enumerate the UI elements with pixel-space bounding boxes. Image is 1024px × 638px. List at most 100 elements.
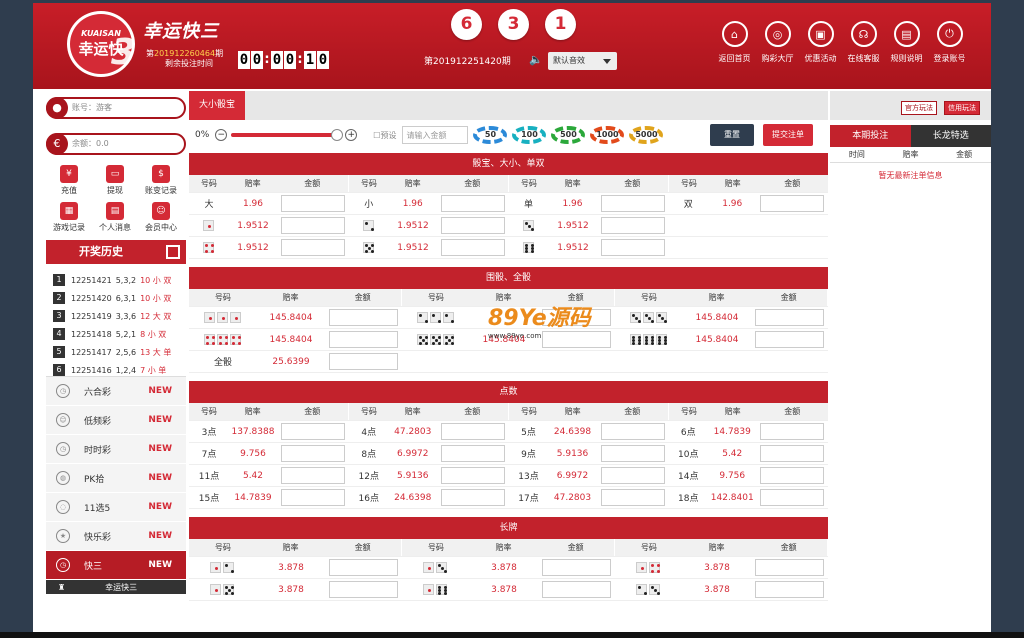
bet-cell[interactable]: 7点 9.756 [189, 443, 349, 464]
quick-3[interactable]: ▦ 游戏记录 [46, 202, 92, 233]
chip-5000[interactable]: 5000 [629, 126, 664, 144]
amount-input[interactable] [600, 467, 665, 484]
bet-cell[interactable]: 145.8404 [189, 307, 402, 328]
amount-input[interactable] [600, 445, 665, 462]
bet-cell[interactable]: 11点 5.42 [189, 465, 349, 486]
bet-cell[interactable]: 1.9512 [509, 237, 669, 258]
amount-input[interactable] [329, 581, 398, 598]
bet-cell[interactable]: 全骰 25.6399 [189, 351, 402, 372]
sound-select[interactable]: 默认音效 [548, 52, 617, 70]
amount-input[interactable] [760, 467, 825, 484]
bet-cell[interactable]: 5点 24.6398 [509, 421, 669, 442]
calendar-icon[interactable] [166, 245, 180, 259]
quick-4[interactable]: ▤ 个人消息 [92, 202, 138, 233]
bet-cell[interactable]: 3点 137.8388 [189, 421, 349, 442]
chip-500[interactable]: 500 [551, 126, 586, 144]
quick-2[interactable]: $ 账变记录 [138, 165, 184, 196]
amount-input[interactable] [600, 195, 665, 212]
amount-input[interactable] [760, 489, 825, 506]
bet-cell[interactable]: 1.9512 [349, 237, 509, 258]
bet-cell[interactable]: 大 1.96 [189, 193, 349, 214]
amount-input[interactable] [329, 353, 398, 370]
bet-cell[interactable]: 1.9512 [349, 215, 509, 236]
nav-item[interactable]: ☊ 在线客服 [842, 21, 885, 64]
chip-1000[interactable]: 1000 [590, 126, 625, 144]
amount-input[interactable] [329, 331, 398, 348]
plus-button[interactable]: + [345, 129, 358, 141]
bet-cell[interactable]: 145.8404 [615, 307, 828, 328]
amount-input[interactable] [542, 581, 611, 598]
nav-item[interactable]: ▤ 规则说明 [885, 21, 928, 64]
bet-cell[interactable]: 17点 47.2803 [509, 487, 669, 508]
amount-input[interactable] [281, 195, 345, 212]
lottery-item[interactable]: ◌ 11选5 NEW [46, 493, 186, 522]
amount-input[interactable] [755, 581, 824, 598]
amount-input[interactable] [542, 559, 611, 576]
amount-input[interactable] [441, 217, 505, 234]
preset-checkbox[interactable]: ☐预设 [373, 130, 396, 141]
bet-cell[interactable]: 3.878 [402, 579, 615, 600]
bet-cell[interactable]: 3.878 [189, 557, 402, 578]
amount-input[interactable] [601, 217, 665, 234]
amount-input[interactable] [281, 239, 345, 256]
reset-button[interactable]: 重置 [710, 124, 754, 146]
bet-cell[interactable]: 6点 14.7839 [668, 421, 828, 442]
nav-item[interactable]: ◎ 购彩大厅 [756, 21, 799, 64]
bet-cell[interactable]: 3.878 [189, 579, 402, 600]
amount-input[interactable] [281, 467, 345, 484]
bet-cell[interactable]: 单 1.96 [509, 193, 669, 214]
bet-cell[interactable]: 16点 24.6398 [349, 487, 509, 508]
amount-input[interactable]: 请输入金额 [402, 126, 469, 144]
lottery-item[interactable]: ◷ 快三 NEW [46, 551, 186, 580]
bet-cell[interactable]: 13点 6.9972 [509, 465, 669, 486]
lottery-item[interactable]: ☺ 低频彩 NEW [46, 406, 186, 435]
submit-button[interactable]: 提交注单 [763, 124, 813, 146]
bet-cell[interactable]: 9点 5.9136 [509, 443, 669, 464]
quick-1[interactable]: ▭ 提现 [92, 165, 138, 196]
bet-cell[interactable]: 145.8404 [189, 329, 402, 350]
amount-input[interactable] [600, 489, 665, 506]
lottery-item[interactable]: ★ 快乐彩 NEW [46, 522, 186, 551]
amount-input[interactable] [440, 467, 505, 484]
amount-input[interactable] [281, 217, 345, 234]
tab-dragon[interactable]: 长龙特选 [910, 125, 991, 147]
amount-input[interactable] [281, 423, 345, 440]
bet-cell[interactable]: 3.878 [402, 557, 615, 578]
slider-knob[interactable] [331, 129, 344, 141]
credit-mode-button[interactable]: 信用玩法 [944, 101, 980, 115]
sub-item-lucky-k3[interactable]: ♜ 幸运快三 [46, 580, 186, 594]
amount-input[interactable] [600, 423, 665, 440]
bet-cell[interactable]: 15点 14.7839 [189, 487, 349, 508]
amount-input[interactable] [760, 445, 825, 462]
bet-cell[interactable]: 双 1.96 [668, 193, 828, 214]
amount-input[interactable] [441, 239, 505, 256]
bet-cell[interactable]: 1.9512 [189, 215, 349, 236]
bet-cell[interactable]: 1.9512 [189, 237, 349, 258]
bet-cell[interactable]: 12点 5.9136 [349, 465, 509, 486]
amount-input[interactable] [440, 445, 505, 462]
lottery-item[interactable]: ◷ 六合彩 NEW [46, 377, 186, 406]
minus-button[interactable]: − [215, 129, 228, 141]
nav-item[interactable]: ⌂ 返回首页 [713, 21, 756, 64]
rebate-slider[interactable] [231, 129, 344, 141]
tab-current-bets[interactable]: 本期投注 [830, 125, 911, 147]
amount-input[interactable] [760, 423, 825, 440]
amount-input[interactable] [760, 195, 825, 212]
quick-0[interactable]: ¥ 充值 [46, 165, 92, 196]
amount-input[interactable] [440, 489, 505, 506]
bet-cell[interactable]: 18点 142.8401 [668, 487, 828, 508]
bet-cell[interactable]: 14点 9.756 [668, 465, 828, 486]
amount-input[interactable] [755, 309, 824, 326]
lottery-item[interactable]: ◍ PK拾 NEW [46, 464, 186, 493]
amount-input[interactable] [329, 309, 398, 326]
bet-cell[interactable]: 1.9512 [509, 215, 669, 236]
amount-input[interactable] [755, 559, 824, 576]
nav-item[interactable]: ▣ 优惠活动 [799, 21, 842, 64]
speaker-icon[interactable]: 🔈 [529, 53, 543, 66]
official-mode-button[interactable]: 官方玩法 [901, 101, 937, 115]
amount-input[interactable] [281, 489, 345, 506]
brand-logo[interactable]: KUAISAN 幸运快 3 [67, 11, 136, 77]
amount-input[interactable] [440, 195, 505, 212]
bet-cell[interactable]: 3.878 [615, 557, 828, 578]
amount-input[interactable] [329, 559, 398, 576]
